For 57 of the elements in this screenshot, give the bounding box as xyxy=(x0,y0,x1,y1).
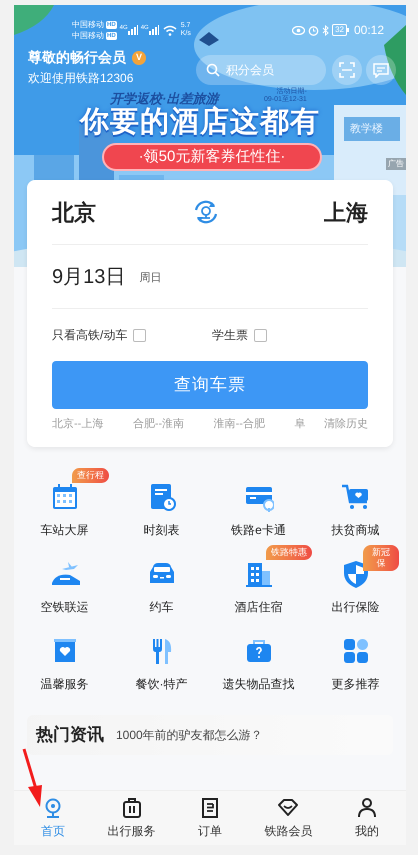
ad-tag: 广告 xyxy=(386,158,406,170)
signal-icon xyxy=(148,25,159,35)
service-item[interactable]: 餐饮·特产 xyxy=(136,675,188,693)
service-item[interactable]: 空铁联运 xyxy=(40,598,88,616)
shopping-cart-icon xyxy=(340,482,370,512)
battery-level: 32 xyxy=(332,24,347,36)
building-sign: 教学楼 xyxy=(350,122,383,137)
coupon-banner[interactable]: ·领50元新客券任性住· xyxy=(102,143,322,171)
member-name: 尊敬的畅行会员 xyxy=(28,48,126,67)
option-label: 学生票 xyxy=(212,327,248,344)
checkbox[interactable] xyxy=(254,328,267,342)
service-item[interactable]: 车站大屏 xyxy=(40,521,88,539)
nav-tab[interactable]: 我的 xyxy=(328,791,406,845)
alarm-icon xyxy=(308,24,320,36)
carrier-name: 中国移动 xyxy=(72,30,104,40)
welcome-text: 欢迎使用铁路12306 xyxy=(28,70,134,87)
service-item[interactable]: 更多推荐 xyxy=(332,675,380,693)
bluetooth-icon xyxy=(322,24,330,36)
nav-tab[interactable]: 订单 xyxy=(170,791,250,845)
service-item[interactable]: 扶贫商城 xyxy=(332,521,380,539)
arrival-station[interactable]: 上海 xyxy=(324,196,368,228)
person-icon xyxy=(356,796,378,818)
weekday-text: 周日 xyxy=(139,271,162,286)
option-label: 只看高铁/动车 xyxy=(52,327,128,344)
banner-headline: 你要的酒店这都有 xyxy=(80,106,320,140)
banner-subtitle: 开学返校·出差旅游 xyxy=(110,90,218,106)
message-button[interactable] xyxy=(366,55,396,85)
message-icon xyxy=(373,62,389,78)
service-item[interactable]: 酒店住宿 xyxy=(234,598,282,616)
suitcase-icon xyxy=(120,796,143,818)
promo-badge: 查行程 xyxy=(72,468,109,483)
signal-icon xyxy=(128,25,138,35)
service-item[interactable]: 遗失物品查找 xyxy=(222,675,294,693)
promo-badge: 新冠保 xyxy=(363,545,399,571)
promo-badge: 铁路特惠 xyxy=(266,545,312,560)
search-icon xyxy=(206,63,220,77)
service-item[interactable]: 出行保险 xyxy=(332,598,380,616)
scan-icon xyxy=(339,62,355,78)
service-item[interactable]: 铁路e卡通 xyxy=(231,521,286,539)
wifi-icon xyxy=(162,24,177,36)
departure-station[interactable]: 北京 xyxy=(52,196,96,228)
nav-tab[interactable]: 铁路会员 xyxy=(249,791,328,845)
travel-date[interactable]: 9月13日 xyxy=(52,262,126,292)
checkbox[interactable] xyxy=(133,328,146,342)
scan-button[interactable] xyxy=(332,55,362,85)
news-headline[interactable]: 1000年前的驴友都怎么游？ xyxy=(116,726,263,744)
clock-time: 00:12 xyxy=(354,22,384,39)
news-title: 热门资讯 xyxy=(36,724,104,746)
diamond-icon xyxy=(277,796,300,818)
service-item[interactable]: 时刻表 xyxy=(144,521,180,539)
service-item[interactable]: 约车 xyxy=(150,598,174,616)
annotation-arrow xyxy=(22,748,42,807)
carrier-name: 中国移动 xyxy=(72,20,104,30)
nav-tab[interactable]: 出行服务 xyxy=(92,791,171,845)
service-item[interactable]: 温馨服务 xyxy=(40,675,88,693)
swap-icon xyxy=(192,198,220,226)
eye-icon xyxy=(292,26,306,34)
